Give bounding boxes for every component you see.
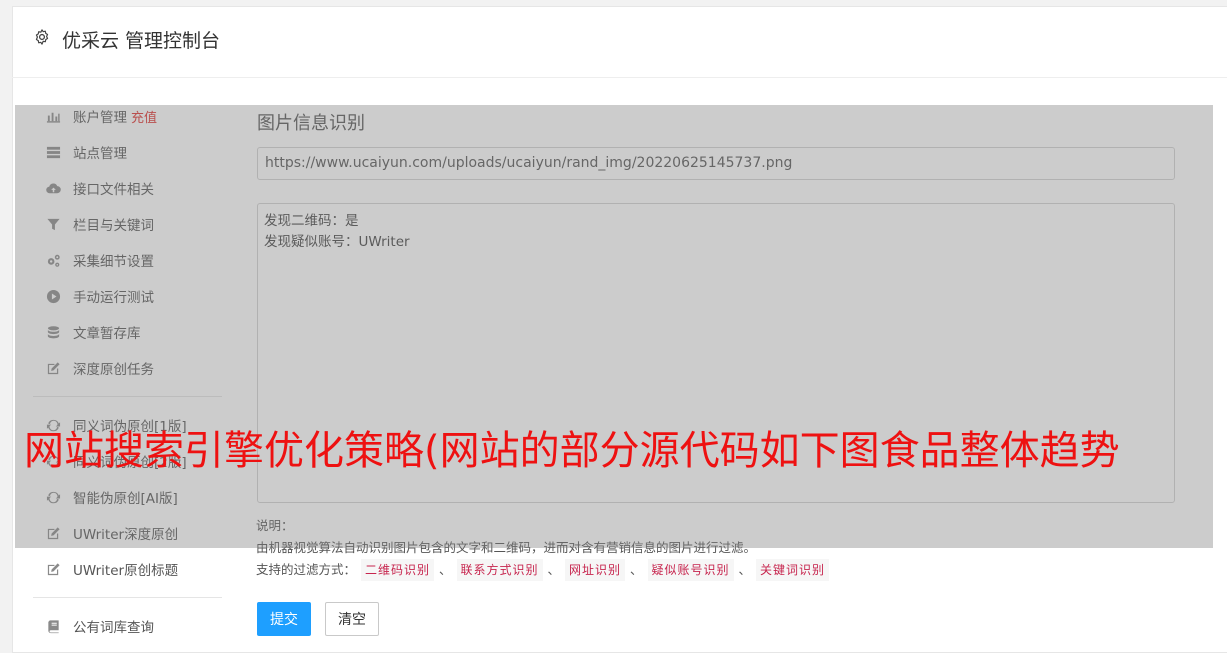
- sidebar-item-label: 同义词伪原创[2版]: [73, 455, 187, 471]
- sidebar-item-collect-settings[interactable]: 采集细节设置: [30, 248, 220, 272]
- sidebar-item-label: 文章暂存库: [73, 326, 141, 342]
- image-url-input[interactable]: https://www.ucaiyun.com/uploads/ucaiyun/…: [257, 147, 1175, 180]
- filter-separator: 、: [547, 562, 561, 577]
- sidebar-item-label: 站点管理: [73, 146, 127, 162]
- filter-label: 支持的过滤方式：: [256, 562, 357, 577]
- sidebar-item-deep-original-task[interactable]: 深度原创任务: [30, 356, 220, 380]
- result-textarea[interactable]: 发现二维码：是 发现疑似账号：UWriter: [257, 203, 1175, 503]
- play-circle-icon: [43, 288, 63, 304]
- book-icon: [43, 618, 63, 634]
- filter-methods: 支持的过滤方式： 二维码识别 、 联系方式识别 、 网址识别 、 疑似账号识别 …: [256, 559, 830, 581]
- sidebar-item-label: 采集细节设置: [73, 254, 154, 270]
- gears-icon: [43, 252, 63, 268]
- filter-tag-account: 疑似账号识别: [647, 559, 734, 581]
- note-text: 由机器视觉算法自动识别图片包含的文字和二维码，进而对含有营销信息的图片进行过滤。: [256, 540, 757, 555]
- cloud-upload-icon: [43, 180, 63, 196]
- bar-chart-icon: [43, 108, 63, 124]
- sidebar-item-article-store[interactable]: 文章暂存库: [30, 320, 220, 344]
- refresh-icon: [43, 417, 63, 433]
- edit-icon: [43, 561, 63, 577]
- filter-tag-contact: 联系方式识别: [456, 559, 543, 581]
- edit-icon: [43, 360, 63, 376]
- sidebar-item-label: UWriter深度原创: [73, 527, 179, 543]
- filter-separator: 、: [439, 562, 452, 577]
- note-label: 说明：: [256, 518, 294, 533]
- sidebar-item-sites[interactable]: 站点管理: [30, 140, 220, 164]
- sidebar-item-synonym-v1[interactable]: 同义词伪原创[1版]: [30, 413, 220, 437]
- submit-button[interactable]: 提交: [257, 602, 311, 636]
- sidebar-item-label: 同义词伪原创[1版]: [73, 419, 187, 435]
- sidebar-item-public-lexicon[interactable]: 公有词库查询: [30, 614, 220, 638]
- section-heading: 图片信息识别: [257, 113, 365, 134]
- recharge-link[interactable]: 充值: [131, 107, 157, 126]
- sidebar-item-account[interactable]: 账户管理 充值: [30, 104, 220, 128]
- sidebar-item-uwriter-deep[interactable]: UWriter深度原创: [30, 521, 220, 545]
- sidebar-item-label: 深度原创任务: [73, 362, 154, 378]
- refresh-icon: [43, 489, 63, 505]
- filter-tag-qrcode: 二维码识别: [361, 559, 435, 581]
- gear-icon: [35, 29, 49, 45]
- sidebar-item-label: 栏目与关键词: [73, 218, 154, 234]
- description-note: 说明： 由机器视觉算法自动识别图片包含的文字和二维码，进而对含有营销信息的图片进…: [256, 515, 830, 581]
- sidebar-item-label: 智能伪原创[AI版]: [73, 491, 178, 507]
- sidebar-item-label: 手动运行测试: [73, 290, 154, 306]
- clear-button[interactable]: 清空: [325, 602, 379, 636]
- sidebar-item-label: 公有词库查询: [73, 620, 154, 636]
- filter-separator: 、: [738, 562, 752, 577]
- database-icon: [43, 324, 63, 340]
- server-icon: [43, 144, 63, 160]
- sidebar-item-label: 账户管理: [73, 110, 127, 126]
- sidebar-item-ai-rewrite[interactable]: 智能伪原创[AI版]: [30, 485, 220, 509]
- result-line: 发现疑似账号：UWriter: [264, 234, 410, 250]
- result-line: 发现二维码：是: [264, 213, 359, 229]
- sidebar-item-synonym-v2[interactable]: 同义词伪原创[2版]: [30, 449, 220, 473]
- page-title: 优采云 管理控制台: [62, 30, 221, 52]
- filter-separator: 、: [630, 562, 643, 577]
- sidebar-item-label: 接口文件相关: [73, 182, 154, 198]
- filter-tag-keyword: 关键词识别: [756, 559, 830, 581]
- filter-tag-url: 网址识别: [565, 559, 626, 581]
- sidebar-item-manual-test[interactable]: 手动运行测试: [30, 284, 220, 308]
- sidebar-item-interface-files[interactable]: 接口文件相关: [30, 176, 220, 200]
- sidebar-item-label: UWriter原创标题: [73, 563, 179, 579]
- page-header: 优采云 管理控制台: [12, 6, 1227, 78]
- filter-icon: [43, 216, 63, 232]
- sidebar-item-uwriter-title[interactable]: UWriter原创标题: [30, 557, 220, 581]
- sidebar-divider: [33, 597, 222, 598]
- sidebar-divider: [33, 396, 222, 397]
- refresh-icon: [43, 453, 63, 469]
- edit-icon: [43, 525, 63, 541]
- sidebar-item-columns-keywords[interactable]: 栏目与关键词: [30, 212, 220, 236]
